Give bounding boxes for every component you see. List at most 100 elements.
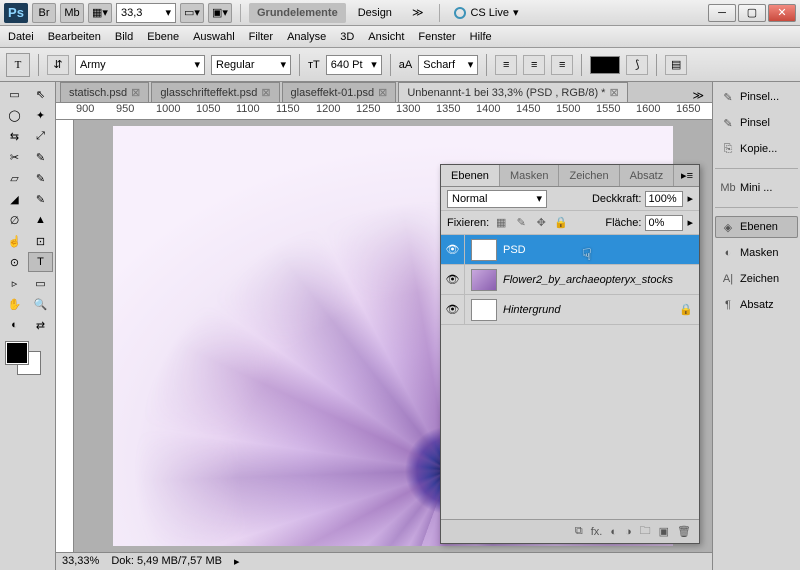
workspace-grundelemente[interactable]: Grundelemente <box>249 3 346 23</box>
layer-row[interactable]: 👁 Flower2_by_archaeopteryx_stocks <box>441 265 699 295</box>
layer-name[interactable]: Hintergrund <box>503 304 679 316</box>
arrange-button[interactable]: ▭▾ <box>180 3 204 23</box>
delete-layer-icon[interactable]: 🗑 <box>677 525 691 538</box>
text-orientation-button[interactable]: ⇵ <box>47 55 69 75</box>
close-tab-icon[interactable]: ⊠ <box>609 86 618 99</box>
tool-9-0[interactable]: ▹ <box>2 273 27 293</box>
close-tab-icon[interactable]: ⊠ <box>261 86 270 99</box>
character-panel-button[interactable]: ▤ <box>665 55 687 75</box>
lock-all-icon[interactable]: 🔒 <box>553 215 569 231</box>
layer-thumbnail[interactable] <box>471 269 497 291</box>
tool-5-0[interactable]: ◢ <box>2 189 27 209</box>
tool-2-0[interactable]: ⇆ <box>2 126 27 146</box>
opacity-input[interactable]: 100% <box>645 191 683 207</box>
zoom-level-combo[interactable]: 33,3▾ <box>116 3 176 23</box>
tool-6-1[interactable]: ▲ <box>28 210 53 230</box>
fill-input[interactable]: 0% <box>645 215 683 231</box>
layers-panel-tab-masken[interactable]: Masken <box>500 165 560 186</box>
menu-hilfe[interactable]: Hilfe <box>470 31 492 43</box>
align-center-button[interactable]: ≡ <box>523 55 545 75</box>
minibridge-button[interactable]: Mb <box>60 3 84 23</box>
menu-bearbeiten[interactable]: Bearbeiten <box>48 31 101 43</box>
align-left-button[interactable]: ≡ <box>495 55 517 75</box>
menu-ebene[interactable]: Ebene <box>147 31 179 43</box>
tool-6-0[interactable]: ∅ <box>2 210 27 230</box>
close-button[interactable]: ✕ <box>768 4 796 22</box>
foreground-color[interactable] <box>6 342 28 364</box>
minimize-button[interactable]: ─ <box>708 4 736 22</box>
font-style-combo[interactable]: Regular▾ <box>211 55 291 75</box>
warp-text-button[interactable]: ⟆ <box>626 55 648 75</box>
layer-thumbnail[interactable]: T <box>471 239 497 261</box>
tool-10-1[interactable]: 🔍 <box>28 294 53 314</box>
document-tab[interactable]: statisch.psd⊠ <box>60 82 149 102</box>
menu-fenster[interactable]: Fenster <box>418 31 455 43</box>
tool-0-0[interactable]: ▭ <box>2 84 27 104</box>
lock-position-icon[interactable]: ✥ <box>533 215 549 231</box>
tool-7-1[interactable]: ⊡ <box>28 231 53 251</box>
text-color-swatch[interactable] <box>590 56 620 74</box>
panel-zeichen[interactable]: A|Zeichen <box>715 268 798 290</box>
layer-mask-icon[interactable]: ◐ <box>610 526 617 538</box>
visibility-icon[interactable]: 👁 <box>441 235 465 264</box>
tool-11-1[interactable]: ⇄ <box>28 315 53 335</box>
workspace-design[interactable]: Design <box>350 3 400 23</box>
tool-10-0[interactable]: ✋ <box>2 294 27 314</box>
close-tab-icon[interactable]: ⊠ <box>378 86 387 99</box>
layers-panel-tab-ebenen[interactable]: Ebenen <box>441 165 500 186</box>
panel-ebenen[interactable]: ◈Ebenen <box>715 216 798 238</box>
layer-name[interactable]: PSD <box>503 244 679 256</box>
lock-transparency-icon[interactable]: ▦ <box>493 215 509 231</box>
font-size-combo[interactable]: 640 Pt▾ <box>326 55 382 75</box>
current-tool-icon[interactable]: T <box>6 53 30 77</box>
antialias-combo[interactable]: Scharf▾ <box>418 55 478 75</box>
align-right-button[interactable]: ≡ <box>551 55 573 75</box>
visibility-icon[interactable]: 👁 <box>441 295 465 324</box>
layer-group-icon[interactable]: 🗀 <box>640 522 651 541</box>
view-extras-button[interactable]: ▦▾ <box>88 3 112 23</box>
menu-auswahl[interactable]: Auswahl <box>193 31 235 43</box>
panel-mini[interactable]: MbMini ... <box>715 177 798 199</box>
new-layer-icon[interactable]: ▣ <box>659 525 669 538</box>
layer-row[interactable]: 👁 T PSD <box>441 235 699 265</box>
tool-8-1[interactable]: T <box>28 252 53 272</box>
screen-mode-button[interactable]: ▣▾ <box>208 3 232 23</box>
menu-filter[interactable]: Filter <box>249 31 273 43</box>
opacity-flyout-icon[interactable]: ▸ <box>687 192 693 205</box>
visibility-icon[interactable]: 👁 <box>441 265 465 294</box>
document-tab[interactable]: glaseffekt-01.psd⊠ <box>282 82 397 102</box>
panel-pinsel[interactable]: ✎Pinsel... <box>715 86 798 108</box>
menu-analyse[interactable]: Analyse <box>287 31 326 43</box>
adjustment-layer-icon[interactable]: ◑ <box>625 526 632 538</box>
tool-1-0[interactable]: ◯ <box>2 105 27 125</box>
blend-mode-combo[interactable]: Normal▾ <box>447 190 547 208</box>
tool-1-1[interactable]: ✦ <box>28 105 53 125</box>
tool-4-0[interactable]: ▱ <box>2 168 27 188</box>
cslive-button[interactable]: CS Live ▾ <box>448 6 524 19</box>
link-layers-icon[interactable]: ⧉ <box>575 525 583 538</box>
panel-kopie[interactable]: ⎘Kopie... <box>715 138 798 160</box>
font-family-combo[interactable]: Army▾ <box>75 55 205 75</box>
menu-bild[interactable]: Bild <box>115 31 133 43</box>
close-tab-icon[interactable]: ⊠ <box>131 86 140 99</box>
workspace-more[interactable]: ≫ <box>404 3 432 23</box>
lock-image-icon[interactable]: ✎ <box>513 215 529 231</box>
panel-pinsel[interactable]: ✎Pinsel <box>715 112 798 134</box>
layer-name[interactable]: Flower2_by_archaeopteryx_stocks <box>503 274 679 286</box>
layer-row[interactable]: 👁Hintergrund🔒 <box>441 295 699 325</box>
menu-ansicht[interactable]: Ansicht <box>368 31 404 43</box>
panel-masken[interactable]: ◐Masken <box>715 242 798 264</box>
layer-thumbnail[interactable] <box>471 299 497 321</box>
document-tab[interactable]: Unbenannt-1 bei 33,3% (PSD , RGB/8) *⊠ <box>398 82 627 102</box>
layers-panel-tab-zeichen[interactable]: Zeichen <box>559 165 619 186</box>
tool-11-0[interactable]: ◐ <box>2 315 27 335</box>
tool-3-0[interactable]: ✂ <box>2 147 27 167</box>
status-arrow-icon[interactable]: ▸ <box>234 555 240 568</box>
tool-7-0[interactable]: ☝ <box>2 231 27 251</box>
tool-5-1[interactable]: ✎ <box>28 189 53 209</box>
fill-flyout-icon[interactable]: ▸ <box>687 216 693 229</box>
panel-menu-icon[interactable]: ▸≡ <box>675 165 699 186</box>
menu-datei[interactable]: Datei <box>8 31 34 43</box>
tab-overflow-icon[interactable]: ≫ <box>684 89 712 102</box>
tool-4-1[interactable]: ✎ <box>28 168 53 188</box>
